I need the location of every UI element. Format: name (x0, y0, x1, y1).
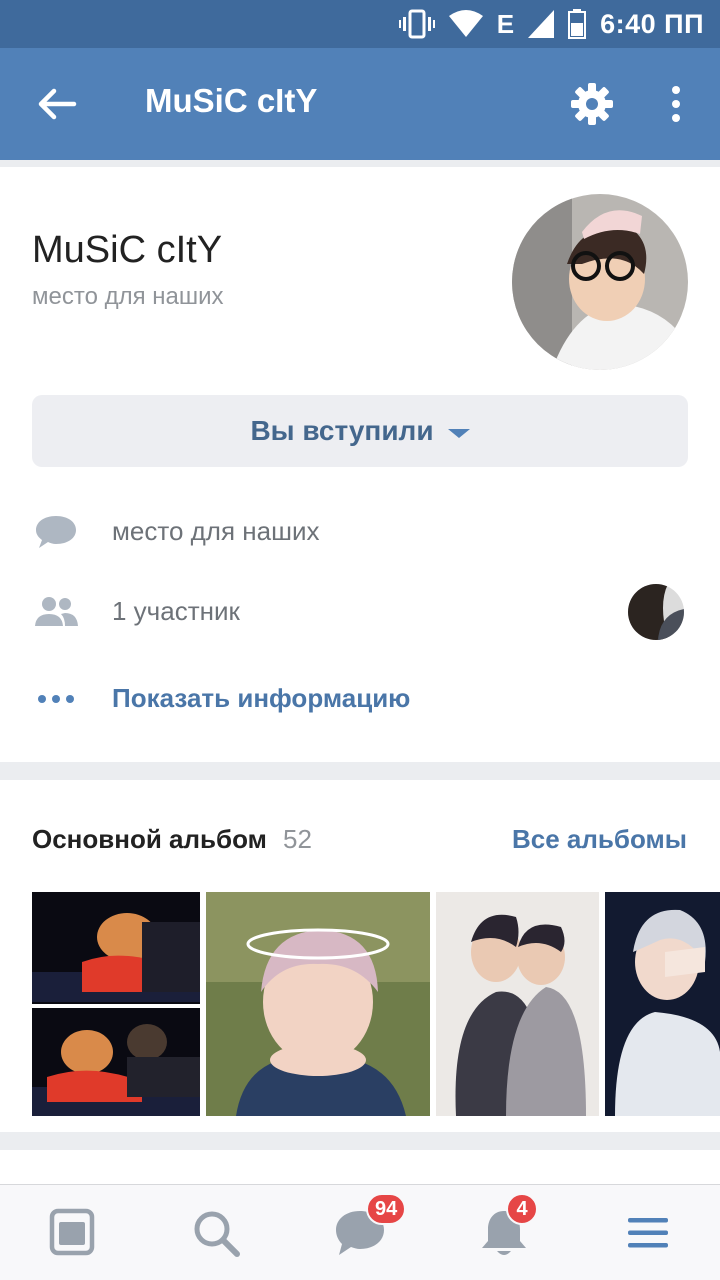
description-text: место для наших (112, 516, 320, 546)
messages-badge: 94 (366, 1193, 407, 1225)
album-card: Основной альбом 52 Все альбомы (0, 780, 720, 1132)
gear-icon[interactable] (568, 80, 616, 128)
album-photo[interactable] (436, 892, 599, 1116)
nav-notifications[interactable]: 4 (476, 1193, 538, 1261)
album-photo[interactable] (206, 892, 430, 1116)
nav-menu[interactable] (620, 1205, 676, 1261)
clock: 6:40 ПП (600, 8, 704, 39)
group-status: место для наших (32, 283, 224, 310)
wifi-icon (448, 10, 483, 37)
back-arrow-icon[interactable] (28, 76, 84, 132)
nav-search[interactable] (188, 1205, 244, 1261)
app-bar: MuSiC cItY (0, 48, 720, 160)
speech-bubble-icon (36, 516, 76, 548)
vibrate-icon (398, 9, 435, 39)
chevron-down-icon (447, 428, 470, 438)
show-info-link[interactable]: Показать информацию (112, 683, 410, 714)
ellipsis-icon (38, 695, 74, 703)
description-row: место для наших (0, 502, 720, 562)
album-title: Основной альбом (32, 824, 267, 854)
joined-button-label: Вы вступили (250, 415, 434, 446)
news-icon (49, 1208, 95, 1256)
menu-icon (628, 1218, 668, 1248)
all-albums-link[interactable]: Все альбомы (512, 824, 687, 855)
album-photo[interactable] (32, 892, 200, 1116)
members-count: 1 участник (112, 596, 240, 626)
status-icons: E 6:40 ПП (398, 0, 704, 48)
more-vert-icon[interactable] (660, 80, 692, 128)
signal-icon (528, 10, 555, 38)
show-info-row[interactable]: Показать информацию (0, 669, 720, 729)
battery-icon (568, 9, 587, 39)
notifications-badge: 4 (506, 1193, 538, 1225)
app-bar-title: MuSiC cItY (145, 82, 318, 119)
group-avatar[interactable] (512, 194, 688, 370)
bottom-nav: 94 4 (0, 1184, 720, 1280)
status-bar: E 6:40 ПП (0, 0, 720, 48)
album-count: 52 (283, 824, 312, 854)
joined-button[interactable]: Вы вступили (32, 395, 688, 467)
nav-messages[interactable]: 94 (332, 1193, 407, 1261)
group-header-card: MuSiC cItY место для наших Вы вступили м… (0, 167, 720, 762)
users-icon (35, 597, 78, 626)
member-avatar[interactable] (628, 584, 684, 640)
network-type: E (496, 8, 515, 39)
nav-news[interactable] (44, 1205, 100, 1261)
album-photo[interactable] (605, 892, 720, 1116)
group-name: MuSiC cItY (32, 229, 223, 271)
members-row[interactable]: 1 участник (0, 582, 720, 642)
search-icon (194, 1211, 240, 1257)
